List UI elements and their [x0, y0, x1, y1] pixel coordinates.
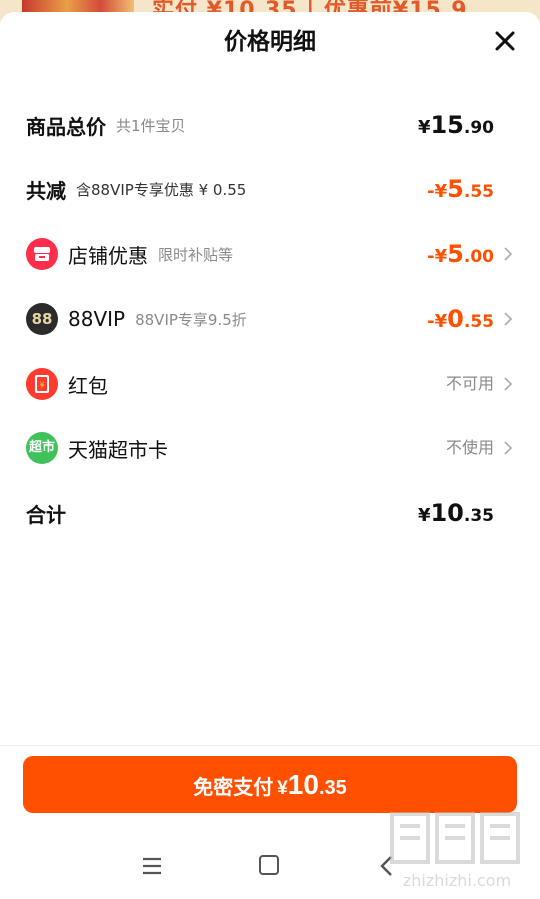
- row-sum: 合计 ¥ 10 .35: [0, 493, 540, 533]
- amount-integer: 15: [430, 111, 464, 139]
- goods-total-amount: ¥ 15 .90: [418, 105, 494, 145]
- row-shop-discount[interactable]: 店铺优惠 限时补贴等 -¥ 5 .00: [0, 234, 540, 274]
- amount-integer: 10: [430, 499, 464, 527]
- shop-discount-label: 店铺优惠: [68, 243, 148, 268]
- amount-integer: 0: [447, 305, 464, 333]
- pay-button-label: 免密支付: [193, 777, 274, 799]
- total-discount-amount: -¥ 5 .55: [427, 169, 494, 209]
- sheet-title: 价格明细: [224, 29, 316, 55]
- amount-decimal: .00: [463, 247, 494, 267]
- amount-decimal: .35: [463, 506, 494, 526]
- svg-text:¥: ¥: [39, 381, 44, 390]
- goods-total-count: 共1件宝贝: [116, 116, 186, 135]
- goods-total-label: 商品总价: [26, 114, 106, 139]
- site-watermark: zhizhizhi.com: [390, 812, 520, 890]
- chevron-right-icon: [504, 312, 513, 326]
- sum-amount: ¥ 10 .35: [418, 493, 494, 533]
- close-icon: [495, 31, 515, 51]
- amount-decimal: .55: [463, 312, 494, 332]
- footer-divider: [0, 745, 540, 746]
- 88vip-icon: 88: [26, 303, 58, 335]
- red-packet-label: 红包: [68, 373, 108, 398]
- amount-decimal: .90: [463, 118, 494, 138]
- shop-discount-note: 限时补贴等: [158, 245, 234, 264]
- pay-amount-decimal: .35: [318, 777, 347, 799]
- minus-currency: -¥: [427, 181, 448, 202]
- currency-symbol: ¥: [417, 117, 431, 138]
- red-packet-status-wrap: 不可用: [446, 364, 494, 404]
- chevron-right-icon: [504, 441, 513, 455]
- pay-currency: ¥: [277, 778, 288, 799]
- 88vip-discount-amount: -¥ 0 .55: [427, 299, 494, 339]
- row-88vip-discount[interactable]: 88 88VIP 88VIP专享9.5折 -¥ 0 .55: [0, 299, 540, 339]
- amount-integer: 5: [447, 240, 464, 268]
- row-total-discount: 共减 含88VIP专享优惠 ¥ 0.55 -¥ 5 .55: [0, 169, 540, 209]
- red-envelope-icon: ¥: [26, 368, 58, 400]
- shop-discount-amount: -¥ 5 .00: [427, 234, 494, 274]
- amount-integer: 5: [447, 175, 464, 203]
- 88vip-note: 88VIP专享9.5折: [135, 310, 247, 329]
- close-button[interactable]: [490, 26, 520, 56]
- row-goods-total: 商品总价 共1件宝贝 ¥ 15 .90: [0, 105, 540, 145]
- total-discount-note: 含88VIP专享优惠 ¥ 0.55: [76, 180, 247, 199]
- watermark-text: zhizhizhi.com: [403, 871, 511, 890]
- currency-symbol: ¥: [417, 505, 431, 526]
- shop-icon: [26, 238, 58, 270]
- red-packet-status: 不可用: [445, 374, 494, 393]
- row-red-packet[interactable]: ¥ 红包 不可用: [0, 364, 540, 404]
- chevron-right-icon: [504, 377, 513, 391]
- chevron-right-icon: [504, 247, 513, 261]
- minus-currency: -¥: [427, 246, 448, 267]
- tmall-mart-status: 不使用: [445, 438, 494, 457]
- sum-label: 合计: [26, 502, 66, 527]
- tmall-mart-icon-text: 超市: [28, 440, 55, 455]
- minus-currency: -¥: [427, 311, 448, 332]
- 88vip-label: 88VIP: [68, 307, 126, 331]
- home-icon[interactable]: [259, 855, 279, 875]
- pay-amount-integer: 10: [287, 769, 319, 800]
- tmall-mart-status-wrap: 不使用: [446, 428, 494, 468]
- total-discount-label: 共减: [26, 178, 66, 203]
- pay-button[interactable]: 免密支付 ¥ 10 .35: [23, 756, 517, 813]
- amount-decimal: .55: [463, 182, 494, 202]
- menu-icon[interactable]: [141, 856, 163, 876]
- tmall-mart-label: 天猫超市卡: [68, 437, 168, 462]
- tmall-mart-icon: 超市: [26, 432, 58, 464]
- row-tmall-mart-card[interactable]: 超市 天猫超市卡 不使用: [0, 428, 540, 468]
